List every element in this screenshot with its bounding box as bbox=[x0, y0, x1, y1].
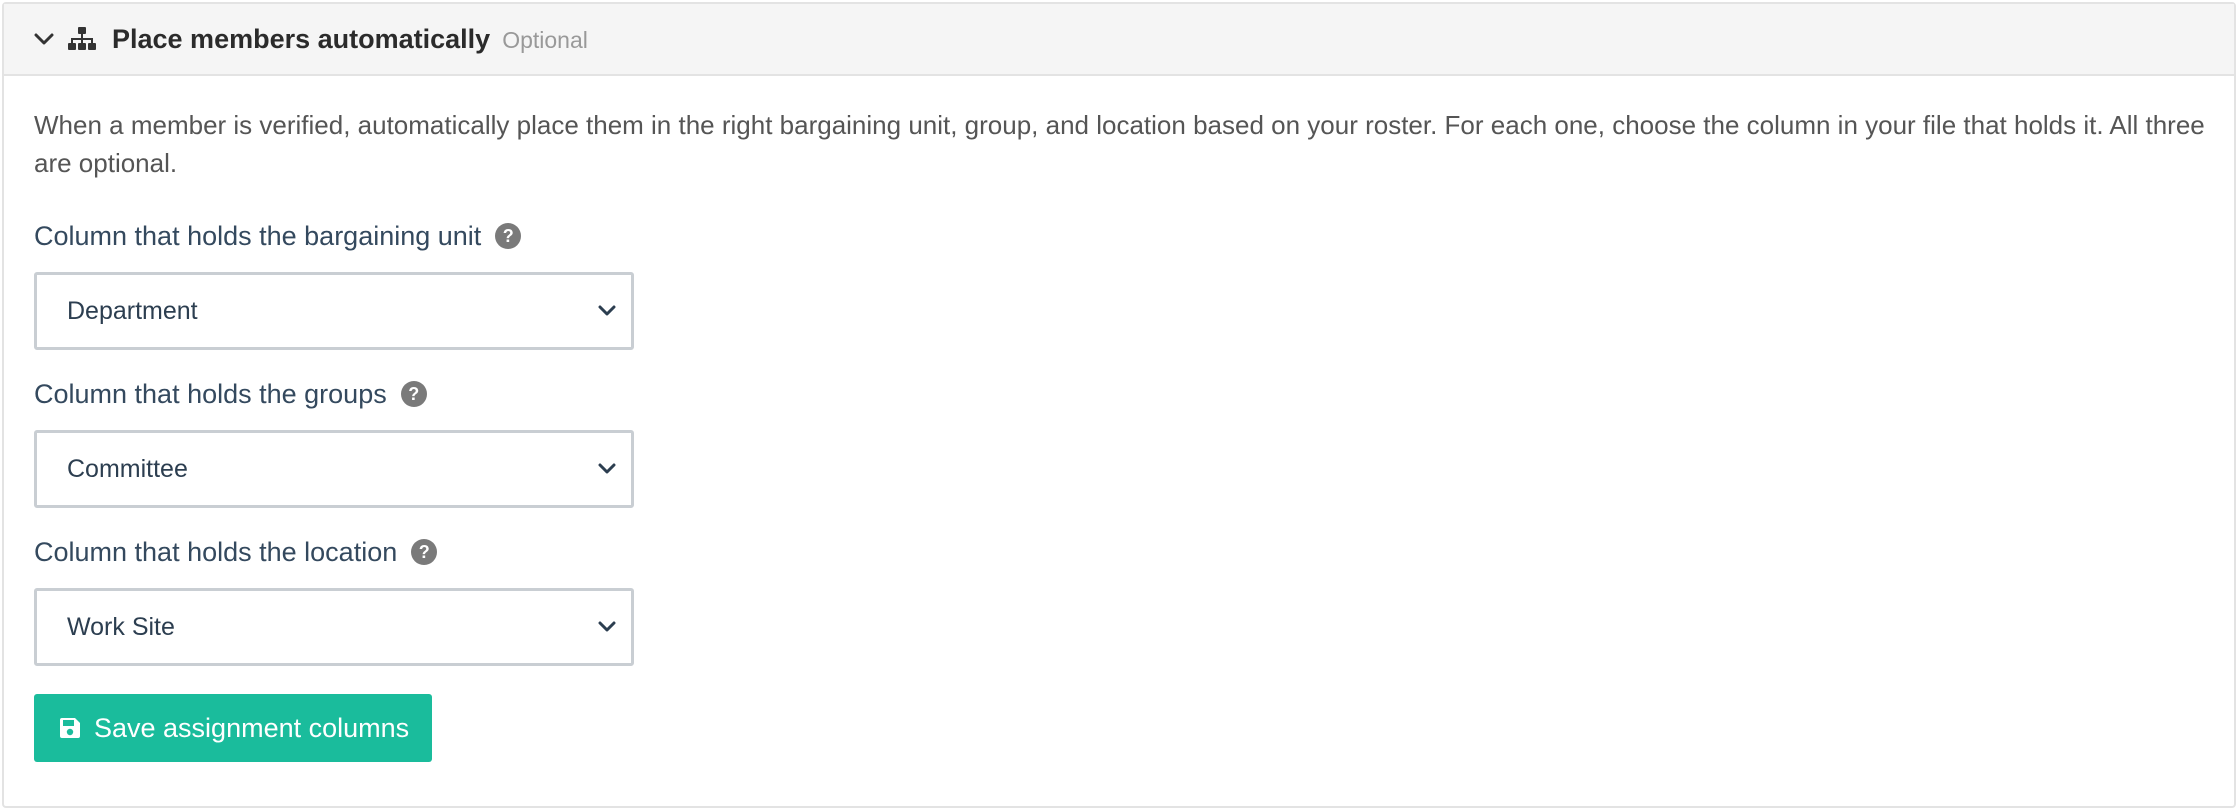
help-icon[interactable]: ? bbox=[495, 223, 522, 249]
location-select[interactable]: Work Site bbox=[34, 588, 634, 666]
panel-title: Place members automatically bbox=[112, 23, 491, 54]
description-text: When a member is verified, automatically… bbox=[34, 110, 2205, 178]
sitemap-icon bbox=[66, 25, 98, 53]
field-label-text: Column that holds the location bbox=[34, 536, 398, 567]
bargaining-unit-select[interactable]: Department bbox=[34, 272, 634, 350]
field-label-text: Column that holds the bargaining unit bbox=[34, 220, 482, 251]
groups-select[interactable]: Committee bbox=[34, 430, 634, 508]
save-assignment-columns-button[interactable]: Save assignment columns bbox=[34, 694, 432, 762]
chevron-down-icon[interactable] bbox=[30, 25, 58, 53]
panel-body: When a member is verified, automatically… bbox=[4, 76, 2234, 762]
save-button-label: Save assignment columns bbox=[94, 712, 410, 743]
field-label: Column that holds the bargaining unit ? bbox=[34, 218, 2234, 254]
select-value: Department bbox=[67, 296, 198, 325]
field-location: Column that holds the location ? Work Si… bbox=[34, 534, 2234, 666]
select-value: Work Site bbox=[67, 612, 175, 641]
chevron-down-icon bbox=[595, 615, 619, 639]
place-members-panel: Place members automatically Optional Whe… bbox=[2, 2, 2236, 808]
help-icon[interactable]: ? bbox=[400, 381, 427, 407]
panel-header[interactable]: Place members automatically Optional bbox=[4, 4, 2234, 76]
chevron-down-icon bbox=[595, 457, 619, 481]
select-value: Committee bbox=[67, 454, 188, 483]
field-label: Column that holds the groups ? bbox=[34, 376, 2234, 412]
field-label: Column that holds the location ? bbox=[34, 534, 2234, 570]
optional-badge: Optional bbox=[502, 27, 588, 53]
chevron-down-icon bbox=[595, 299, 619, 323]
help-icon[interactable]: ? bbox=[411, 539, 438, 565]
field-groups: Column that holds the groups ? Committee bbox=[34, 376, 2234, 508]
floppy-disk-icon bbox=[58, 716, 82, 740]
field-label-text: Column that holds the groups bbox=[34, 378, 387, 409]
field-bargaining-unit: Column that holds the bargaining unit ? … bbox=[34, 218, 2234, 350]
